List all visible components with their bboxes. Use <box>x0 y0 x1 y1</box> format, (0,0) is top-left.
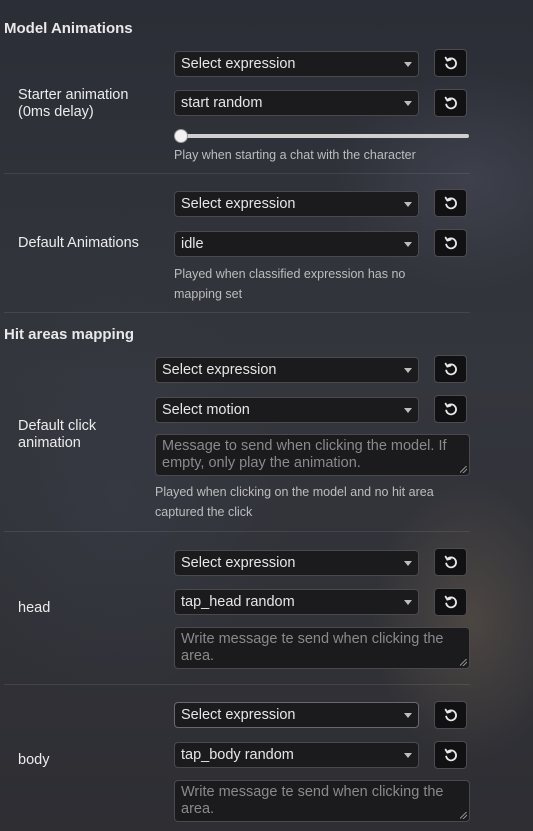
select-value: idle <box>181 236 204 252</box>
default-expression-select[interactable]: Select expression <box>174 191 419 217</box>
undo-arrow-icon <box>444 595 457 609</box>
select-value: Select expression <box>181 555 296 571</box>
head-motion-select[interactable]: tap_head random <box>174 589 419 615</box>
default-expression-reset-button[interactable] <box>434 189 467 217</box>
chevron-down-icon <box>404 62 412 67</box>
undo-arrow-icon <box>444 748 457 762</box>
textarea-placeholder: Write message te send when clicking the … <box>181 784 444 817</box>
chevron-down-icon <box>404 101 412 106</box>
starter-expression-select[interactable]: Select expression <box>174 51 419 77</box>
select-value: start random <box>181 95 263 111</box>
chevron-down-icon <box>404 368 412 373</box>
starter-expression-reset-button[interactable] <box>434 49 467 77</box>
body-motion-select[interactable]: tap_body random <box>174 742 419 768</box>
section-title-hit-areas: Hit areas mapping <box>4 326 135 343</box>
select-value: tap_body random <box>181 747 294 763</box>
resize-grip-icon[interactable] <box>460 466 467 473</box>
section-title-model-animations: Model Animations <box>4 20 133 37</box>
undo-arrow-icon <box>444 708 457 722</box>
undo-arrow-icon <box>444 196 457 210</box>
textarea-placeholder: Write message te send when clicking the … <box>181 631 444 664</box>
undo-arrow-icon <box>444 236 457 250</box>
default-click-expression-reset-button[interactable] <box>434 355 467 383</box>
divider <box>4 312 470 313</box>
resize-grip-icon[interactable] <box>460 659 467 666</box>
chevron-down-icon <box>404 408 412 413</box>
starter-delay-slider-thumb[interactable] <box>174 129 188 143</box>
select-value: Select expression <box>181 56 296 72</box>
hit-area-body-label: body <box>18 752 50 768</box>
starter-motion-reset-button[interactable] <box>434 89 467 117</box>
body-motion-reset-button[interactable] <box>434 741 467 769</box>
undo-arrow-icon <box>444 555 457 569</box>
chevron-down-icon <box>404 600 412 605</box>
select-value: Select expression <box>162 362 277 378</box>
chevron-down-icon <box>404 242 412 247</box>
body-expression-select[interactable]: Select expression <box>174 702 419 728</box>
head-message-textarea[interactable]: Write message te send when clicking the … <box>174 627 470 669</box>
head-motion-reset-button[interactable] <box>434 588 467 616</box>
chevron-down-icon <box>404 561 412 566</box>
head-expression-select[interactable]: Select expression <box>174 550 419 576</box>
divider <box>4 173 470 174</box>
undo-arrow-icon <box>444 402 457 416</box>
select-value: Select expression <box>181 707 296 723</box>
resize-grip-icon[interactable] <box>460 812 467 819</box>
divider <box>4 684 470 685</box>
textarea-placeholder: Message to send when clicking the model.… <box>162 438 447 471</box>
default-click-hint: Played when clicking on the model and no… <box>155 485 434 519</box>
default-motion-select[interactable]: idle <box>174 231 419 257</box>
default-click-motion-reset-button[interactable] <box>434 395 467 423</box>
head-expression-reset-button[interactable] <box>434 548 467 576</box>
default-animations-hint: Played when classified expression has no… <box>174 267 406 301</box>
starter-animation-hint: Play when starting a chat with the chara… <box>174 148 416 162</box>
starter-delay-slider-track[interactable] <box>177 134 469 138</box>
chevron-down-icon <box>404 202 412 207</box>
select-value: Select motion <box>162 402 250 418</box>
starter-animation-label: Starter animation (0ms delay) <box>18 87 129 120</box>
divider <box>4 531 470 532</box>
default-motion-reset-button[interactable] <box>434 229 467 257</box>
default-click-animation-label: Default click animation <box>18 418 97 451</box>
starter-motion-select[interactable]: start random <box>174 90 419 116</box>
body-expression-reset-button[interactable] <box>434 701 467 729</box>
default-click-expression-select[interactable]: Select expression <box>155 357 419 383</box>
default-animations-label: Default Animations <box>18 235 139 251</box>
undo-arrow-icon <box>444 362 457 376</box>
undo-arrow-icon <box>444 96 457 110</box>
body-message-textarea[interactable]: Write message te send when clicking the … <box>174 780 470 822</box>
chevron-down-icon <box>404 753 412 758</box>
hit-area-head-label: head <box>18 600 51 616</box>
select-value: Select expression <box>181 196 296 212</box>
default-click-message-textarea[interactable]: Message to send when clicking the model.… <box>155 434 470 476</box>
undo-arrow-icon <box>444 56 457 70</box>
default-click-motion-select[interactable]: Select motion <box>155 397 419 423</box>
chevron-down-icon <box>404 713 412 718</box>
select-value: tap_head random <box>181 594 295 610</box>
